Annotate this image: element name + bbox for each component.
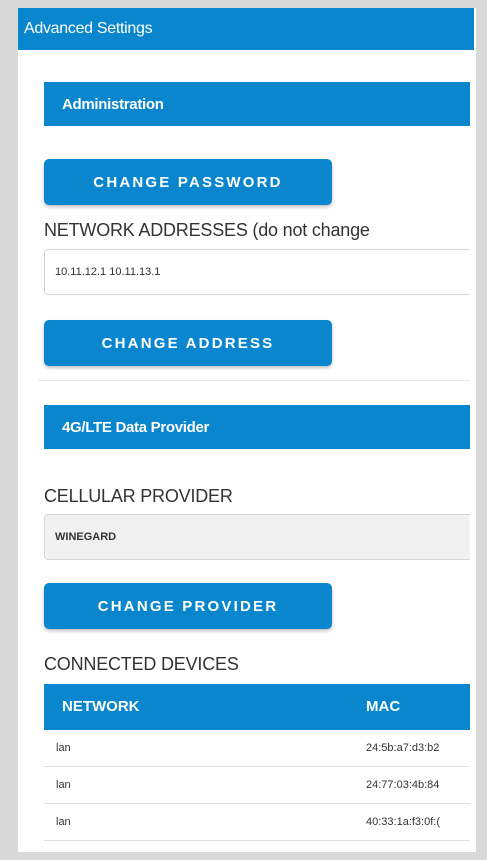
device-mac-cell: 24:77:03:4b:84 bbox=[366, 779, 440, 791]
cellular-provider-label: CELLULAR PROVIDER bbox=[44, 486, 233, 506]
network-addresses-field[interactable]: 10.11.12.1 10.11.13.1 bbox=[44, 249, 470, 295]
change-provider-button-label: CHANGE PROVIDER bbox=[97, 597, 279, 615]
column-header-network: NETWORK bbox=[62, 698, 140, 715]
change-password-button[interactable]: CHANGE PASSWORD bbox=[44, 159, 332, 205]
device-mac-cell: 24:5b:a7:d3:b2 bbox=[366, 742, 440, 754]
change-password-button-label: CHANGE PASSWORD bbox=[93, 173, 283, 191]
network-addresses-label: NETWORK ADDRESSES (do not change bbox=[44, 220, 370, 240]
settings-panel: Advanced Settings Administration CHANGE … bbox=[18, 8, 470, 852]
section-divider bbox=[38, 380, 470, 381]
device-network-cell: lan bbox=[56, 779, 71, 791]
administration-section-header: Administration bbox=[44, 82, 470, 126]
connected-devices-title: CONNECTED DEVICES bbox=[44, 654, 239, 674]
panel-right-edge bbox=[470, 8, 476, 852]
administration-section-title: Administration bbox=[62, 95, 164, 113]
table-row: lan 24:5b:a7:d3:b2 bbox=[44, 730, 470, 767]
data-provider-section-title: 4G/LTE Data Provider bbox=[62, 418, 210, 436]
page-title: Advanced Settings bbox=[24, 20, 153, 37]
change-provider-button[interactable]: CHANGE PROVIDER bbox=[44, 583, 332, 629]
device-network-cell: lan bbox=[56, 816, 71, 828]
column-header-mac: MAC bbox=[366, 698, 401, 715]
page-title-bar: Advanced Settings bbox=[18, 8, 470, 50]
change-address-button-label: CHANGE ADDRESS bbox=[101, 334, 275, 352]
network-addresses-value: 10.11.12.1 10.11.13.1 bbox=[55, 266, 161, 278]
change-address-button[interactable]: CHANGE ADDRESS bbox=[44, 320, 332, 366]
data-provider-section-header: 4G/LTE Data Provider bbox=[44, 405, 470, 449]
cellular-provider-value: WINEGARD bbox=[55, 531, 117, 543]
table-row: lan 40:33:1a:f3:0f:( bbox=[44, 804, 470, 841]
device-mac-cell: 40:33:1a:f3:0f:( bbox=[366, 816, 440, 828]
title-bar-edge bbox=[470, 8, 474, 50]
table-row: lan 24:77:03:4b:84 bbox=[44, 767, 470, 804]
device-network-cell: lan bbox=[56, 742, 71, 754]
devices-table-header: NETWORK MAC bbox=[44, 684, 470, 730]
cellular-provider-field[interactable]: WINEGARD bbox=[44, 514, 470, 560]
